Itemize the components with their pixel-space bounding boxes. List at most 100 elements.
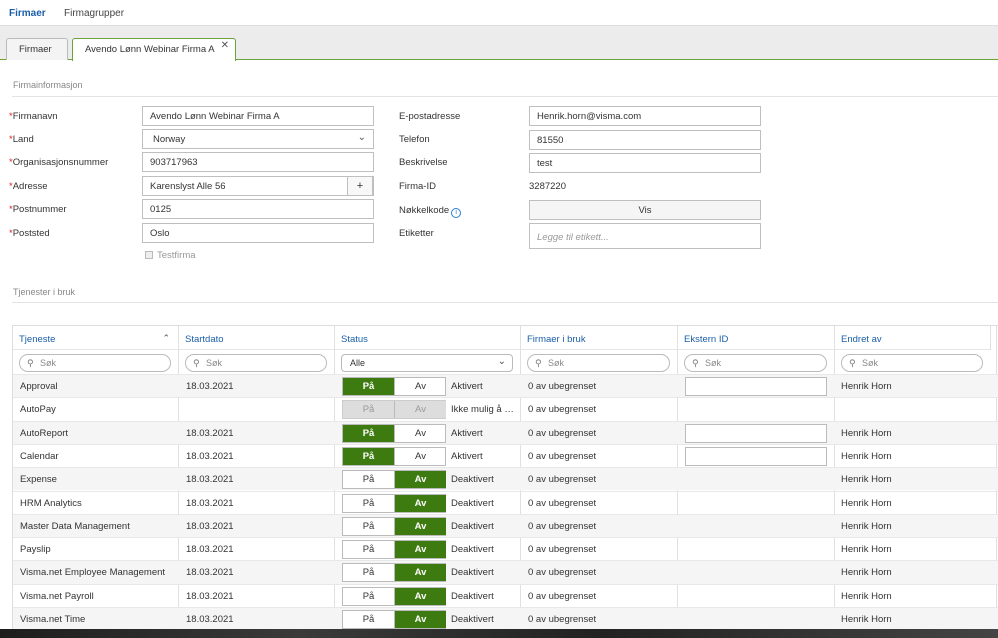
endret-av-search-input[interactable]: ⚲ Søk xyxy=(841,354,983,372)
status-toggle[interactable]: På Av xyxy=(342,493,446,513)
tab-firmaer[interactable]: Firmaer xyxy=(6,38,68,60)
status-toggle[interactable]: På Av xyxy=(342,563,446,583)
toggle-on-option[interactable]: På xyxy=(343,495,394,512)
tjeneste-search-input[interactable]: ⚲ Søk xyxy=(19,354,171,372)
toggle-off-option[interactable]: Av xyxy=(395,564,446,582)
status-text: Aktivert xyxy=(451,381,483,392)
service-name: Visma.net Employee Management xyxy=(20,567,166,579)
nav-firmagrupper[interactable]: Firmagrupper xyxy=(64,8,124,19)
status-toggle[interactable]: På Av xyxy=(342,610,446,629)
firmanavn-field[interactable]: Avendo Lønn Webinar Firma A xyxy=(142,106,374,126)
column-header-status[interactable]: Status xyxy=(335,326,521,350)
status-toggle[interactable]: På Av xyxy=(342,423,446,443)
table-row[interactable]: Approval 18.03.2021 På Av Aktivert 0 av ubegr… xyxy=(13,374,998,398)
external-id-input[interactable] xyxy=(685,377,827,396)
info-icon[interactable]: i xyxy=(451,208,462,218)
firms-in-use: 0 av ubegrenset xyxy=(528,474,597,486)
start-date: 18.03.2021 xyxy=(186,590,234,602)
table-row[interactable]: Payslip 18.03.2021 På Av Deaktivert 0 av ubeg… xyxy=(13,537,998,560)
start-date: 18.03.2021 xyxy=(186,474,234,486)
tags-input[interactable]: Legge til etikett... xyxy=(529,223,761,249)
firmaer-search-input[interactable]: ⚲ Søk xyxy=(527,354,670,372)
table-row[interactable]: Visma.net Employee Management 18.03.2021 P… xyxy=(13,560,998,584)
table-row[interactable]: Expense 18.03.2021 På Av Deaktivert 0 av ubeg… xyxy=(13,467,998,491)
toggle-on-option[interactable]: På xyxy=(343,518,394,535)
add-address-button[interactable]: + xyxy=(347,177,373,195)
tab-label: Avendo Lønn Webinar Firma A xyxy=(85,44,215,55)
divider xyxy=(12,302,998,303)
toggle-on-option: På xyxy=(343,401,394,419)
toggle-on-option[interactable]: På xyxy=(343,588,394,605)
toggle-off-option[interactable]: Av xyxy=(395,448,446,465)
column-header-startdato[interactable]: Startdato xyxy=(179,326,335,350)
land-select[interactable]: Norway ⌄ xyxy=(142,129,374,149)
column-header-label: Ekstern ID xyxy=(684,334,729,345)
close-icon[interactable]: ✕ xyxy=(221,40,229,51)
toggle-on-option[interactable]: På xyxy=(343,611,394,628)
toggle-on-option[interactable]: På xyxy=(343,471,394,488)
toggle-off-option[interactable]: Av xyxy=(395,494,446,512)
status-toggle[interactable]: På Av xyxy=(342,586,446,606)
table-row[interactable]: Visma.net Time 18.03.2021 På Av Deaktivert 0 … xyxy=(13,607,998,631)
toggle-off-option[interactable]: Av xyxy=(395,517,446,535)
toggle-off-option[interactable]: Av xyxy=(395,378,446,395)
ekstern-id-search-input[interactable]: ⚲ Søk xyxy=(684,354,827,372)
column-header-firmaer[interactable]: Firmaer i bruk xyxy=(521,326,678,350)
column-header-ekstern-id[interactable]: Ekstern ID xyxy=(678,326,835,350)
external-id-input[interactable] xyxy=(685,446,827,466)
postnummer-field[interactable]: 0125 xyxy=(142,199,374,219)
table-row[interactable]: Visma.net Payroll 18.03.2021 På Av Deaktiver… xyxy=(13,583,998,607)
toggle-on-option[interactable]: På xyxy=(343,378,394,395)
status-toggle[interactable]: På Av xyxy=(342,516,446,536)
field-value: Karenslyst Alle 56 xyxy=(150,181,226,192)
sort-asc-icon: ⌃ xyxy=(162,333,170,343)
start-date: 18.03.2021 xyxy=(186,427,234,439)
toggle-on-option[interactable]: På xyxy=(343,424,394,442)
column-header-endret-av[interactable]: Endret av xyxy=(835,326,991,350)
adresse-label: *Adresse xyxy=(9,181,48,192)
toggle-off-option[interactable]: Av xyxy=(395,471,446,489)
tags-label: Etiketter xyxy=(399,228,434,239)
status-filter-select[interactable]: Alle ⌄ xyxy=(341,354,513,372)
phone-field[interactable]: 81550 xyxy=(529,130,761,150)
table-row[interactable]: Calendar 18.03.2021 På Av Aktivert 0 av ubegr… xyxy=(13,443,998,467)
organisasjonsnummer-field[interactable]: 903717963 xyxy=(142,152,374,172)
firmanavn-label: *Firmanavn xyxy=(9,111,58,122)
status-toggle[interactable]: På Av xyxy=(342,446,446,466)
changed-by: Henrik Horn xyxy=(841,450,892,462)
start-date: 18.03.2021 xyxy=(186,544,234,556)
toggle-on-option[interactable]: På xyxy=(343,541,394,558)
show-key-button[interactable]: Vis xyxy=(529,200,761,220)
poststed-label: *Poststed xyxy=(9,228,50,239)
tab-company[interactable]: Avendo Lønn Webinar Firma A ✕ xyxy=(72,38,236,61)
start-date: 18.03.2021 xyxy=(186,497,234,509)
description-field[interactable]: test xyxy=(529,153,761,173)
external-id-input[interactable] xyxy=(685,423,827,443)
toggle-off-option[interactable]: Av xyxy=(395,541,446,559)
table-row[interactable]: AutoPay På Av Ikke mulig å … 0 av ubegrenset xyxy=(13,397,998,420)
table-row[interactable]: Master Data Management 18.03.2021 På Av Deak… xyxy=(13,513,998,538)
toggle-off-option[interactable]: Av xyxy=(395,425,446,442)
table-row[interactable]: AutoReport 18.03.2021 På Av Aktivert 0 av ube… xyxy=(13,420,998,444)
section-title-firm: Firmainformasjon xyxy=(13,80,83,90)
start-date: 18.03.2021 xyxy=(186,381,234,392)
email-field[interactable]: Henrik.horn@visma.com xyxy=(529,106,761,126)
toggle-off-option[interactable]: Av xyxy=(395,587,446,605)
column-header-tjeneste[interactable]: Tjeneste ⌃ xyxy=(13,326,179,350)
poststed-field[interactable]: Oslo xyxy=(142,223,374,243)
toggle-on-option[interactable]: På xyxy=(343,564,394,581)
toggle-on-option[interactable]: På xyxy=(343,447,394,465)
table-row[interactable]: HRM Analytics 18.03.2021 På Av Deaktivert 0 a… xyxy=(13,490,998,514)
status-toggle[interactable]: På Av xyxy=(342,377,446,396)
field-label-text: Postnummer xyxy=(12,204,67,215)
status-toggle[interactable]: På Av xyxy=(342,540,446,560)
testfirma-checkbox[interactable] xyxy=(145,251,153,259)
adresse-field[interactable]: Karenslyst Alle 56 + xyxy=(142,176,374,196)
nav-firmaer[interactable]: Firmaer xyxy=(9,8,46,19)
changed-by: Henrik Horn xyxy=(841,520,892,532)
description-label: Beskrivelse xyxy=(399,157,448,168)
status-toggle[interactable]: På Av xyxy=(342,470,446,490)
toggle-off-option[interactable]: Av xyxy=(395,611,446,628)
startdato-search-input[interactable]: ⚲ Søk xyxy=(185,354,327,372)
start-date: 18.03.2021 xyxy=(186,520,234,532)
